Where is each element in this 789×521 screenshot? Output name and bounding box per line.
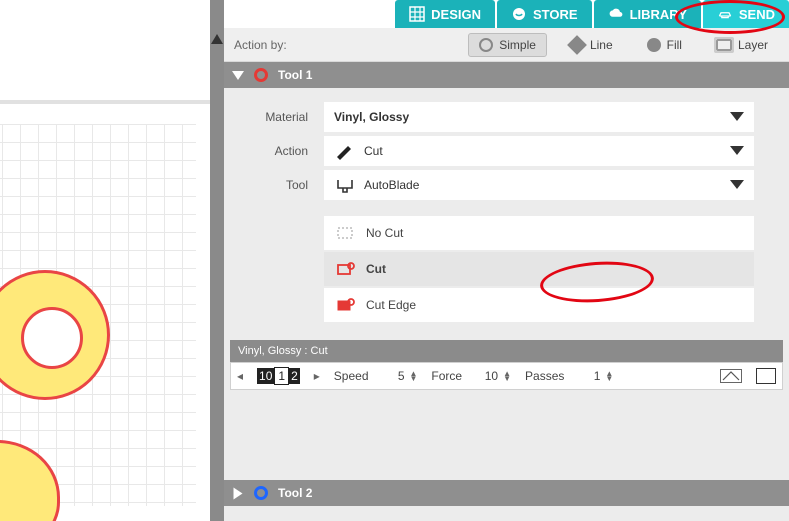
- opt-label: Cut Edge: [366, 298, 416, 312]
- force-value: 10: [476, 369, 498, 383]
- layers-icon: [716, 39, 732, 51]
- stepper-arrows-icon: ▲▼: [503, 371, 511, 381]
- tool-color-ring-icon: [254, 68, 268, 82]
- cut-settings: Vinyl, Glossy : Cut ◂ 10 1 2 ▸ Speed 5 ▲…: [230, 340, 783, 390]
- action-by-bar: Action by: Simple Line Fill Layer: [224, 28, 789, 62]
- cutedge-icon: [336, 297, 356, 313]
- disclosure-triangle-icon: [234, 487, 243, 499]
- blade-mark: 10: [257, 368, 274, 384]
- circle-fill-icon: [647, 38, 661, 52]
- tool1-title: Tool 1: [278, 68, 312, 82]
- store-icon: [511, 6, 527, 22]
- opt-label: Cut: [366, 262, 386, 276]
- chevron-down-icon: [730, 146, 744, 155]
- tab-send[interactable]: SEND: [703, 0, 789, 28]
- tool1-header[interactable]: Tool 1: [224, 62, 789, 88]
- circle-outline-icon: [479, 38, 493, 52]
- material-value: Vinyl, Glossy: [334, 110, 409, 124]
- chevron-down-icon: [730, 180, 744, 189]
- speed-value: 5: [383, 369, 405, 383]
- stepper-arrows-icon: ▲▼: [605, 371, 613, 381]
- main-tabs: DESIGN STORE LIBRARY SEND: [224, 0, 789, 28]
- line-segment-overcut-icon[interactable]: [720, 369, 742, 383]
- autoblade-icon: [334, 176, 356, 194]
- material-label: Material: [224, 110, 324, 124]
- material-dropdown[interactable]: Vinyl, Glossy: [324, 102, 754, 132]
- cut-icon: [336, 261, 356, 277]
- seg-label: Simple: [499, 38, 536, 52]
- disclosure-triangle-icon: [232, 71, 244, 80]
- action-label: Action: [224, 144, 324, 158]
- tab-design[interactable]: DESIGN: [395, 0, 495, 28]
- stepper-arrows-icon: ▲▼: [410, 371, 418, 381]
- cut-options: No Cut Cut Cut Edge: [324, 216, 754, 322]
- blade-pen-icon: [334, 142, 356, 160]
- blade-mark: 1: [274, 367, 289, 385]
- action-by-layer[interactable]: Layer: [705, 33, 779, 57]
- nocut-icon: [336, 225, 356, 241]
- splitter-handle-icon: [211, 34, 223, 44]
- tab-label: STORE: [533, 7, 578, 22]
- tab-store[interactable]: STORE: [497, 0, 592, 28]
- tool2-header[interactable]: Tool 2: [224, 480, 789, 506]
- diamond-icon: [567, 35, 587, 55]
- action-by-line[interactable]: Line: [559, 33, 624, 57]
- canvas-preview: [0, 0, 210, 521]
- tool2-title: Tool 2: [278, 486, 312, 500]
- cut-option-cutedge[interactable]: Cut Edge: [324, 288, 754, 322]
- passes-label: Passes: [525, 369, 564, 383]
- action-by-fill[interactable]: Fill: [636, 33, 693, 57]
- stepper-left-icon[interactable]: ◂: [237, 369, 243, 383]
- chevron-down-icon: [730, 112, 744, 121]
- tab-library[interactable]: LIBRARY: [594, 0, 701, 28]
- seg-label: Line: [590, 38, 613, 52]
- blade-depth-indicator[interactable]: 10 1 2: [257, 367, 300, 385]
- speed-label: Speed: [334, 369, 369, 383]
- send-icon: [717, 6, 733, 22]
- tool1-content: Material Vinyl, Glossy Action Cut: [224, 88, 789, 410]
- tab-label: DESIGN: [431, 7, 481, 22]
- cloud-icon: [608, 6, 624, 22]
- grid-icon: [409, 6, 425, 22]
- action-by-simple[interactable]: Simple: [468, 33, 547, 57]
- tab-label: SEND: [739, 7, 775, 22]
- seg-label: Layer: [738, 38, 768, 52]
- cut-settings-header: Vinyl, Glossy : Cut: [230, 340, 783, 362]
- cut-option-nocut[interactable]: No Cut: [324, 216, 754, 250]
- force-stepper[interactable]: 10 ▲▼: [476, 369, 511, 383]
- tab-label: LIBRARY: [630, 7, 687, 22]
- tool-dropdown[interactable]: AutoBlade: [324, 170, 754, 200]
- speed-stepper[interactable]: 5 ▲▼: [383, 369, 418, 383]
- tool-label: Tool: [224, 178, 324, 192]
- panel-splitter[interactable]: [210, 0, 224, 521]
- seg-label: Fill: [667, 38, 682, 52]
- stepper-right-icon[interactable]: ▸: [314, 369, 320, 383]
- passes-value: 1: [578, 369, 600, 383]
- action-dropdown[interactable]: Cut: [324, 136, 754, 166]
- action-value: Cut: [364, 144, 383, 158]
- action-by-label: Action by:: [234, 38, 287, 52]
- blade-mark: 2: [289, 368, 300, 384]
- force-label: Force: [431, 369, 462, 383]
- cut-option-cut[interactable]: Cut: [324, 252, 754, 286]
- passes-stepper[interactable]: 1 ▲▼: [578, 369, 613, 383]
- opt-label: No Cut: [366, 226, 403, 240]
- tool-color-ring-icon: [254, 486, 268, 500]
- color-swatch[interactable]: [756, 368, 776, 384]
- tool-value: AutoBlade: [364, 178, 419, 192]
